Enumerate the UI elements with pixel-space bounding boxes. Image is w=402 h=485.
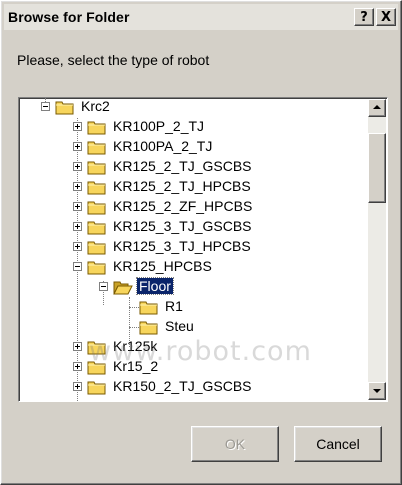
tree-item-label[interactable]: KR150_2_TJ_GSCBS	[111, 378, 254, 394]
tree-item-label[interactable]: Floor	[136, 277, 174, 295]
cancel-button[interactable]: Cancel	[294, 426, 382, 462]
tree-item[interactable]: KR150_2_TJ_HPCBS	[73, 397, 387, 401]
instruction-text: Please, select the type of robot	[17, 52, 210, 68]
tree-item-label[interactable]: R1	[163, 298, 185, 314]
tree-item-label[interactable]: KR150_2_TJ_HPCBS	[111, 398, 253, 401]
expand-icon[interactable]	[73, 242, 82, 251]
tree-item-label[interactable]: KR125_3_TJ_HPCBS	[111, 238, 253, 254]
scroll-down-button[interactable]	[368, 382, 386, 400]
expand-icon[interactable]	[73, 382, 82, 391]
tree-item[interactable]: KR100PA_2_TJ	[73, 137, 387, 159]
collapse-icon[interactable]	[73, 262, 82, 271]
tree-item[interactable]: KR100P_2_TJ	[73, 117, 387, 139]
tree-item[interactable]: KR125_2_ZF_HPCBS	[73, 197, 387, 219]
tree-connector	[129, 327, 139, 328]
browse-for-folder-dialog: Browse for Folder ? X Please, select the…	[0, 0, 402, 485]
tree-item-label[interactable]: KR125_2_ZF_HPCBS	[111, 198, 254, 214]
collapse-icon[interactable]	[99, 282, 108, 291]
tree-item-label[interactable]: KR100P_2_TJ	[111, 118, 206, 134]
help-button[interactable]: ?	[354, 8, 374, 26]
tree-item[interactable]: KR125_HPCBS	[73, 257, 387, 279]
expand-icon[interactable]	[73, 182, 82, 191]
tree-item[interactable]: KR125_2_TJ_HPCBS	[73, 177, 387, 199]
tree-item-label[interactable]: Steu	[163, 318, 196, 334]
tree-item[interactable]: Kr125k	[73, 337, 387, 359]
expand-icon[interactable]	[73, 342, 82, 351]
folder-icon	[87, 179, 107, 195]
tree-item-label[interactable]: KR125_HPCBS	[111, 258, 214, 274]
folder-icon	[87, 359, 107, 375]
tree-item[interactable]: KR150_2_TJ_GSCBS	[73, 377, 387, 399]
tree-item-label[interactable]: KR125_3_TJ_GSCBS	[111, 218, 254, 234]
tree-item-label[interactable]: KR125_2_TJ_HPCBS	[111, 178, 253, 194]
close-button[interactable]: X	[376, 8, 396, 26]
tree-item[interactable]: KR125_3_TJ_HPCBS	[73, 237, 387, 259]
folder-icon	[139, 319, 159, 335]
expand-icon[interactable]	[73, 162, 82, 171]
folder-icon	[87, 219, 107, 235]
collapse-icon[interactable]	[41, 102, 50, 111]
folder-icon	[87, 199, 107, 215]
tree-item-label[interactable]: KR125_2_TJ_GSCBS	[111, 158, 254, 174]
arrow-down-icon	[373, 389, 381, 393]
expand-icon[interactable]	[73, 122, 82, 131]
arrow-up-icon	[373, 105, 381, 109]
tree-item-label[interactable]: KR100PA_2_TJ	[111, 138, 214, 154]
tree-item-label[interactable]: Krc2	[79, 98, 112, 114]
folder-icon	[87, 399, 107, 401]
open-folder-icon	[113, 279, 133, 295]
folder-icon	[55, 99, 75, 115]
ok-button[interactable]: OK	[191, 426, 279, 462]
scroll-up-button[interactable]	[368, 99, 386, 117]
folder-tree[interactable]: Krc2 KR100P_2_TJ KR100PA_2_TJ KR125_2_TJ_GS…	[18, 97, 388, 402]
tree-item[interactable]: Steu	[125, 317, 387, 339]
folder-icon	[87, 139, 107, 155]
tree-item[interactable]: Kr15_2	[73, 357, 387, 379]
tree-connector	[129, 307, 139, 308]
expand-icon[interactable]	[73, 202, 82, 211]
tree-item-label[interactable]: Kr125k	[111, 338, 159, 354]
tree-item[interactable]: Krc2	[41, 98, 361, 119]
folder-icon	[87, 339, 107, 355]
title-bar[interactable]: Browse for Folder ? X	[4, 4, 398, 30]
vertical-scrollbar[interactable]	[368, 99, 386, 400]
folder-icon	[87, 379, 107, 395]
window-title: Browse for Folder	[8, 9, 130, 25]
tree-item[interactable]: KR125_3_TJ_GSCBS	[73, 217, 387, 239]
scroll-thumb[interactable]	[368, 133, 386, 203]
folder-icon	[87, 239, 107, 255]
folder-icon	[87, 119, 107, 135]
tree-item[interactable]: Floor	[99, 277, 387, 299]
tree-item[interactable]: R1	[125, 297, 387, 319]
expand-icon[interactable]	[73, 222, 82, 231]
folder-icon	[139, 299, 159, 315]
expand-icon[interactable]	[73, 362, 82, 371]
tree-item[interactable]: KR125_2_TJ_GSCBS	[73, 157, 387, 179]
folder-icon	[87, 259, 107, 275]
expand-icon[interactable]	[73, 142, 82, 151]
folder-icon	[87, 159, 107, 175]
tree-item-label[interactable]: Kr15_2	[111, 358, 160, 374]
